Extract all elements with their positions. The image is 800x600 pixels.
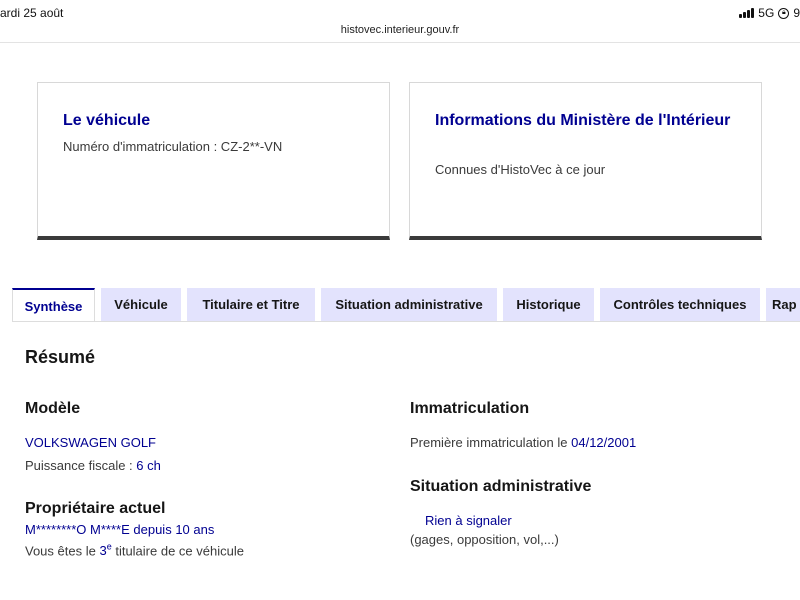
admin-status-value: Rien à signaler (425, 513, 512, 528)
admin-status-details: (gages, opposition, vol,...) (410, 532, 559, 547)
fiscal-power: Puissance fiscale : 6 ch (25, 458, 161, 473)
vehicle-card-plate: Numéro d'immatriculation : CZ-2**-VN (63, 139, 283, 154)
owner-name: M********O M****E (25, 522, 130, 537)
ministry-card: Informations du Ministère de l'Intérieur… (409, 82, 762, 240)
address-bar-url[interactable]: histovec.interieur.gouv.fr (0, 24, 800, 36)
first-registration: Première immatriculation le 04/12/2001 (410, 435, 636, 450)
owner-rank-value: 3e (99, 542, 112, 559)
ministry-card-subtitle: Connues d'HistoVec à ce jour (435, 162, 606, 177)
owner-rank: Vous êtes le 3e titulaire de ce véhicule (25, 542, 244, 558)
owner-rank-suffix: titulaire de ce véhicule (115, 543, 244, 559)
first-registration-date: 04/12/2001 (571, 435, 637, 450)
orientation-lock-icon: 🔒︎ (778, 7, 790, 19)
registration-heading: Immatriculation (410, 400, 530, 417)
status-indicators: 5G 🔒︎ 9 (739, 6, 800, 20)
fiscal-power-value: 6 ch (136, 458, 161, 473)
owner-since-label: depuis (133, 522, 172, 537)
owner-line: M********O M****E depuis 10 ans (25, 522, 214, 537)
tab-rapport[interactable]: Rap (766, 288, 800, 321)
address-bar-divider (0, 42, 800, 43)
summary-title: Résumé (25, 347, 96, 367)
ministry-card-title: Informations du Ministère de l'Intérieur (435, 112, 731, 129)
status-bar: ardi 25 août 5G 🔒︎ 9 (0, 0, 800, 22)
tab-bar: Synthèse Véhicule Titulaire et Titre Sit… (12, 288, 800, 322)
vehicle-card: Le véhicule Numéro d'immatriculation : C… (37, 82, 390, 240)
admin-status-heading: Situation administrative (410, 478, 592, 495)
network-label: 5G (758, 6, 775, 20)
signal-icon (739, 8, 755, 18)
status-date: ardi 25 août (0, 6, 64, 20)
tab-synthese[interactable]: Synthèse (12, 288, 95, 322)
model-name: VOLKSWAGEN GOLF (25, 435, 156, 450)
tab-historique[interactable]: Historique (503, 288, 594, 321)
battery-level: 9 (793, 6, 800, 20)
tab-controles-techniques[interactable]: Contrôles techniques (600, 288, 760, 321)
tab-titulaire-titre[interactable]: Titulaire et Titre (187, 288, 315, 321)
owner-heading: Propriétaire actuel (25, 500, 166, 517)
vehicle-card-title: Le véhicule (63, 112, 151, 129)
owner-since-value: 10 ans (175, 522, 215, 537)
model-heading: Modèle (25, 400, 81, 417)
owner-rank-prefix: Vous êtes le (25, 543, 96, 559)
tab-vehicule[interactable]: Véhicule (101, 288, 181, 321)
tab-situation-administrative[interactable]: Situation administrative (321, 288, 497, 321)
fiscal-power-label: Puissance fiscale : (25, 458, 133, 473)
first-registration-label: Première immatriculation le (410, 435, 568, 450)
